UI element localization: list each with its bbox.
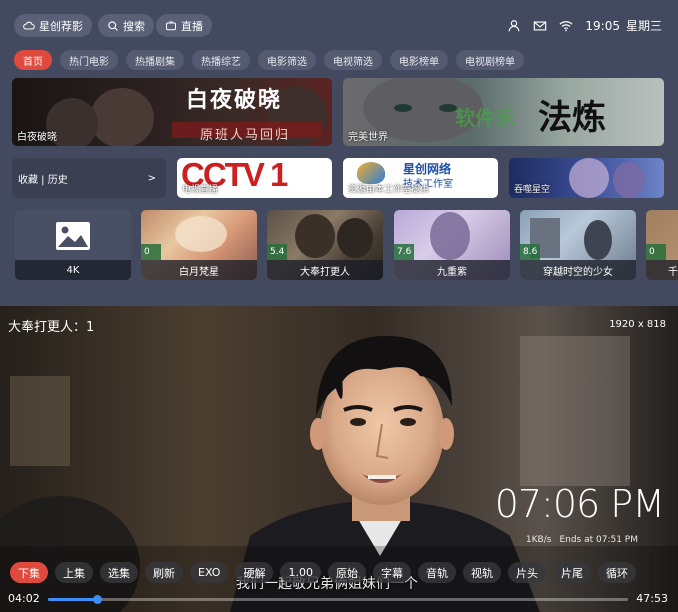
user-icon[interactable]	[507, 19, 521, 33]
card-chuanyue[interactable]: 8.6 穿越时空的少女	[520, 210, 636, 280]
tab-hot-movies[interactable]: 热门电影	[60, 50, 118, 70]
network-speed: 1KB/s	[525, 535, 552, 545]
episode-select-button[interactable]: 选集	[100, 562, 138, 583]
live-tv-caption: 电视直播	[182, 185, 219, 195]
ends-at: Ends at 07:51 PM	[559, 535, 638, 545]
card-4k[interactable]: 4K	[15, 210, 131, 280]
search-button[interactable]: 搜索	[98, 14, 154, 37]
tab-movie-filter[interactable]: 电影筛选	[258, 50, 316, 70]
wifi-icon	[559, 20, 573, 31]
studio-tile[interactable]: 星创网络 技术工作室 资源由本工作室提供	[343, 158, 498, 198]
search-button-label: 搜索	[123, 19, 145, 33]
live-button[interactable]: 直播	[156, 14, 212, 37]
banner-poster-subtitle: 原班人马回归	[200, 128, 291, 143]
weekday: 星期三	[625, 19, 662, 33]
cloud-icon	[23, 21, 35, 30]
card-dafeng[interactable]: 5.4 大奉打更人	[267, 210, 383, 280]
home-button[interactable]: 星创荐影	[14, 14, 92, 37]
tab-hot-series[interactable]: 热播剧集	[126, 50, 184, 70]
subtitle-button[interactable]: 字幕	[372, 562, 411, 583]
card-jiuchongzi[interactable]: 7.6 九重紫	[394, 210, 510, 280]
card-title: 穿越时空的少女	[520, 260, 636, 280]
tab-tv-ranking[interactable]: 电视剧榜单	[456, 50, 524, 70]
card-title: 大奉打更人	[267, 260, 383, 280]
image-icon	[56, 222, 90, 250]
player-engine-button[interactable]: EXO	[190, 562, 229, 583]
card-baiyue[interactable]: 0 白月梵星	[141, 210, 257, 280]
loop-button[interactable]: 循环	[597, 562, 636, 583]
live-button-label: 直播	[181, 19, 203, 33]
banner-caption: 白夜破晓	[17, 132, 57, 143]
video-player[interactable]: 大奉打更人：1 1920 x 818 07:06 PM 1KB/s Ends a…	[0, 306, 678, 612]
favorites-label: 收藏 | 历史	[18, 174, 68, 186]
card-score: 5.4	[267, 244, 288, 260]
card-score: 0	[141, 244, 161, 260]
banner-poster-title: 法炼	[538, 98, 606, 138]
banner-wanmei[interactable]: 软件乐 法炼 完美世界	[343, 78, 664, 146]
playback-info: 1KB/s Ends at 07:51 PM	[526, 535, 638, 545]
seek-handle[interactable]	[92, 595, 102, 604]
tab-tv-filter[interactable]: 电视筛选	[324, 50, 382, 70]
card-title: 4K	[15, 260, 131, 280]
search-icon	[108, 20, 118, 31]
card-score: 0	[646, 244, 666, 260]
card-title: 千	[646, 260, 678, 280]
studio-caption: 资源由本工作室提供	[348, 185, 430, 195]
top-bar: 星创荐影 搜索 直播 19:05 星期三	[0, 0, 678, 44]
tab-home[interactable]: 首页	[14, 50, 52, 70]
intro-skip-button[interactable]: 片头	[507, 562, 546, 583]
refresh-button[interactable]: 刷新	[145, 562, 183, 583]
banner-watermark: 软件乐	[455, 106, 515, 130]
next-episode-button[interactable]: 下集	[10, 562, 48, 583]
status-area: 19:05 星期三	[507, 14, 662, 37]
player-controls: 下集 上集 选集 刷新 EXO 硬解 1.00 原始 字幕 音轨 视轨 片头 片…	[10, 562, 636, 583]
anime-tile[interactable]: 吞噬星空	[509, 158, 664, 198]
decoder-button[interactable]: 硬解	[235, 562, 274, 583]
card-score: 7.6	[394, 244, 415, 260]
video-resolution: 1920 x 818	[609, 319, 666, 330]
home-button-label: 星创荐影	[39, 19, 83, 33]
live-tv-tile[interactable]: CCTV 1 电视直播	[177, 158, 332, 198]
clock: 19:05	[585, 18, 620, 33]
card-partial[interactable]: 0 千	[646, 210, 678, 280]
seek-bar[interactable]: 04:02 47:53	[0, 589, 678, 609]
category-tabs: 首页 热门电影 热播剧集 热播综艺 电影筛选 电视筛选 电影榜单 电视剧榜单	[14, 50, 524, 70]
prev-episode-button[interactable]: 上集	[55, 562, 93, 583]
tab-hot-variety[interactable]: 热播综艺	[192, 50, 250, 70]
card-title: 九重紫	[394, 260, 510, 280]
video-title: 大奉打更人：1	[8, 320, 95, 335]
banner-poster-title: 白夜破晓	[186, 87, 283, 113]
duration: 47:53	[636, 592, 668, 605]
banner-baiye[interactable]: 白夜破晓 原班人马回归 白夜破晓	[12, 78, 332, 146]
card-title: 白月梵星	[141, 260, 257, 280]
outro-skip-button[interactable]: 片尾	[552, 562, 591, 583]
video-track-button[interactable]: 视轨	[462, 562, 501, 583]
studio-logo-icon	[357, 162, 385, 184]
home-screen: 星创荐影 搜索 直播 19:05 星期三 首页 热门电影 热播剧集 热播综艺 电…	[0, 0, 678, 306]
speed-button[interactable]: 1.00	[280, 562, 321, 583]
banner-caption: 完美世界	[348, 132, 388, 143]
mail-icon[interactable]	[533, 19, 547, 33]
overlay-clock: 07:06 PM	[494, 482, 665, 526]
seek-track[interactable]	[48, 595, 628, 604]
tv-icon	[165, 20, 177, 30]
favorites-history-button[interactable]: 收藏 | 历史 >	[12, 158, 166, 198]
audio-track-button[interactable]: 音轨	[417, 562, 456, 583]
aspect-button[interactable]: 原始	[327, 562, 366, 583]
seek-progress	[48, 598, 97, 601]
tab-movie-ranking[interactable]: 电影榜单	[390, 50, 448, 70]
anime-caption: 吞噬星空	[514, 185, 551, 195]
chevron-right-icon: >	[147, 172, 156, 184]
current-time: 04:02	[8, 592, 40, 605]
card-score: 8.6	[520, 244, 541, 260]
